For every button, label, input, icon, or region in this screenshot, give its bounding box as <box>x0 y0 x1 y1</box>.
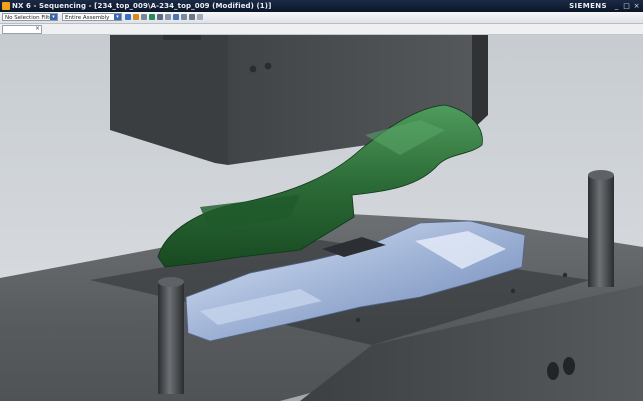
view-triad-tab[interactable] <box>163 35 201 40</box>
chevron-down-icon[interactable]: ▾ <box>114 14 121 20</box>
sketch-icon[interactable] <box>149 14 155 20</box>
render-icon[interactable] <box>189 14 195 20</box>
fit-icon[interactable] <box>181 14 187 20</box>
view-icon[interactable] <box>157 14 163 20</box>
minimize-button[interactable]: _ <box>612 2 621 10</box>
assembly-scope-dropdown[interactable]: Entire Assembly ▾ <box>62 13 122 21</box>
command-strip: × <box>0 24 643 35</box>
guide-pin-right <box>588 170 614 287</box>
window-title: NX 6 - Sequencing - [234_top_009\A-234_t… <box>12 2 272 10</box>
selection-filter-value: No Selection Filter <box>5 15 55 21</box>
close-button[interactable]: × <box>632 2 641 10</box>
assembly-scope-value: Entire Assembly <box>65 15 110 21</box>
nx-app-icon[interactable] <box>2 2 10 10</box>
select-icon[interactable] <box>141 14 147 20</box>
brand-logo: SIEMENS <box>569 2 607 10</box>
zoom-icon[interactable] <box>165 14 171 20</box>
graphics-viewport[interactable] <box>0 35 643 401</box>
snap-icon[interactable] <box>125 14 131 20</box>
chevron-down-icon[interactable]: ▾ <box>50 14 57 20</box>
selection-filter-dropdown[interactable]: No Selection Filter ▾ <box>2 13 58 21</box>
filter-icon[interactable] <box>133 14 139 20</box>
rotate-icon[interactable] <box>173 14 179 20</box>
title-bar: NX 6 - Sequencing - [234_top_009\A-234_t… <box>0 0 643 12</box>
layer-icon[interactable] <box>197 14 203 20</box>
selection-toolbar: No Selection Filter ▾ Entire Assembly ▾ <box>0 12 643 24</box>
mold-scene <box>0 35 643 401</box>
guide-pin-left <box>158 277 184 394</box>
clear-icon[interactable]: × <box>35 25 40 32</box>
command-finder-input[interactable]: × <box>2 25 42 34</box>
maximize-button[interactable]: □ <box>622 2 631 10</box>
